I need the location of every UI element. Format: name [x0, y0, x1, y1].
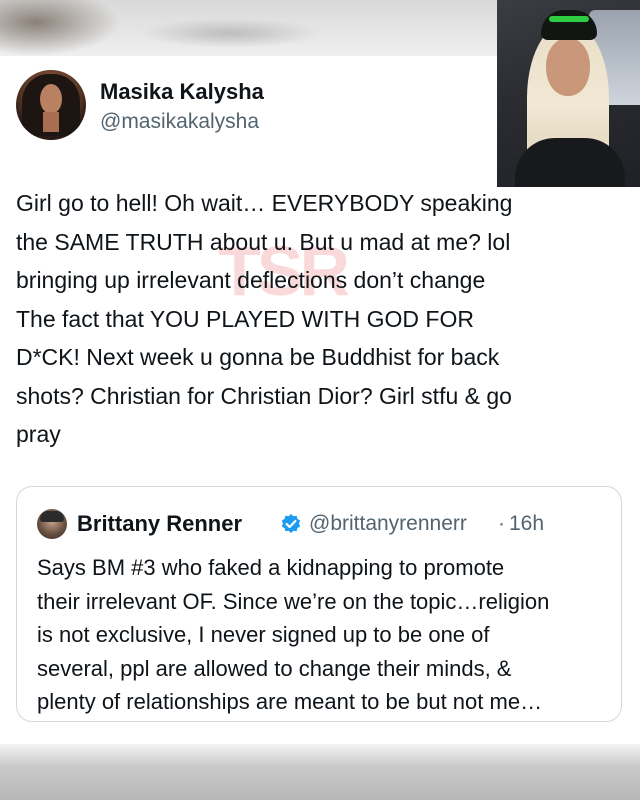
- quoted-text-line: Says BM #3 who faked a kidnapping to pro…: [37, 555, 505, 580]
- inset-beanie: [541, 10, 597, 40]
- author-name[interactable]: Masika Kalysha: [100, 79, 264, 105]
- quoted-timestamp[interactable]: 16h: [509, 512, 544, 536]
- author-avatar[interactable]: [16, 70, 86, 140]
- tweet-text-line: The fact that YOU PLAYED WITH GOD FOR: [16, 305, 474, 332]
- tweet-text-line: Girl go to hell! Oh wait… EVERYBODY spea…: [16, 190, 513, 216]
- quoted-text-line: plenty of relationships are meant to be …: [37, 689, 543, 715]
- quoted-tweet[interactable]: Brittany Renner @brittanyrennerr · 16h S…: [16, 486, 622, 722]
- quoted-author-handle[interactable]: @brittanyrennerr: [309, 512, 467, 536]
- tweet-text-line: shots? Christian for Christian Dior? Gir…: [16, 382, 512, 409]
- blurred-background-shape: [0, 0, 120, 56]
- tweet-text-line: pray: [16, 421, 61, 447]
- separator-dot: ·: [498, 512, 505, 535]
- inset-face: [546, 38, 590, 96]
- quoted-text-line: is not exclusive, I never signed up to b…: [37, 622, 490, 648]
- blurred-background-shape: [140, 18, 320, 48]
- quoted-author-name[interactable]: Brittany Renner: [77, 511, 242, 537]
- inset-beanie-logo: [549, 16, 589, 22]
- quoted-text-line: several, ppl are allowed to change their…: [37, 655, 512, 681]
- verified-badge-icon: [281, 514, 301, 533]
- avatar-neck: [43, 112, 59, 132]
- quoted-text-line: their irrelevant OF. Since we’re on the …: [37, 588, 550, 614]
- blurred-bottom-band: [0, 744, 640, 800]
- inset-jacket: [515, 138, 625, 187]
- avatar-face: [40, 84, 62, 114]
- video-inset-photo: [497, 0, 640, 187]
- quoted-author-avatar[interactable]: [37, 509, 67, 539]
- tweet-text-line: D*CK! Next week u gonna be Buddhist for …: [16, 344, 500, 370]
- tweet-text-line: bringing up irrelevant deflections don’t…: [16, 267, 486, 293]
- tweet-text-line: the SAME TRUTH about u. But u mad at me?…: [16, 228, 511, 255]
- avatar-hat: [40, 511, 64, 522]
- author-handle[interactable]: @masikakalysha: [100, 110, 259, 134]
- quoted-tweet-text: Says BM #3 who faked a kidnapping to pro…: [37, 551, 612, 719]
- tweet-text: Girl go to hell! Oh wait… EVERYBODY spea…: [16, 184, 616, 454]
